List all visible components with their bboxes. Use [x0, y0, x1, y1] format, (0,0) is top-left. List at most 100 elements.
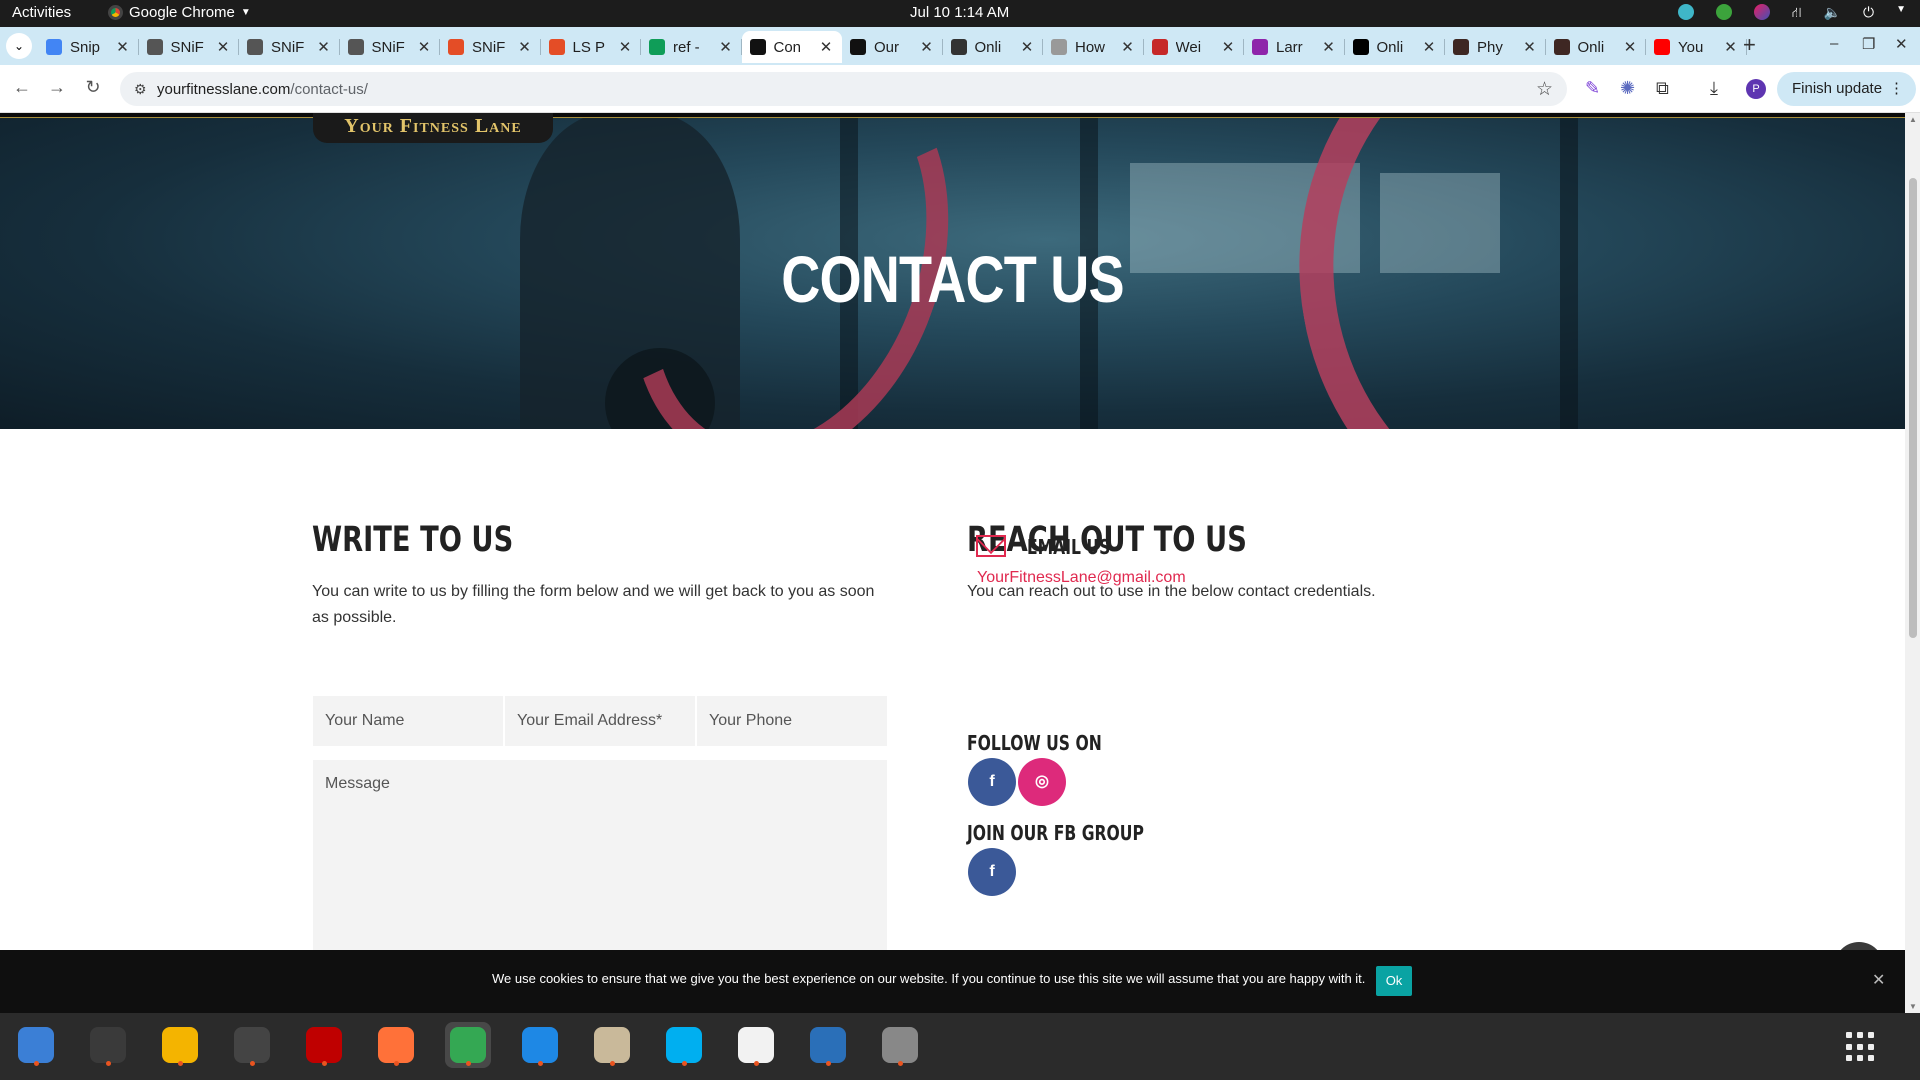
site-logo[interactable]: Your Fitness Lane	[313, 113, 553, 143]
tab-favicon-icon	[1252, 39, 1268, 55]
url-text[interactable]: yourfitnesslane.com/contact-us/	[157, 81, 368, 98]
finish-update-button[interactable]: Finish update ⋮	[1777, 72, 1916, 106]
dock-glyph	[594, 1027, 630, 1063]
tab-close-icon[interactable]: ✕	[617, 38, 633, 56]
browser-tab[interactable]: Snip ✕	[38, 31, 139, 63]
bookmark-star-icon[interactable]: ☆	[1536, 78, 1553, 101]
show-apps-icon[interactable]	[1846, 1032, 1876, 1062]
browser-tab[interactable]: Onli ✕	[943, 31, 1044, 63]
facebook-group-icon[interactable]: f	[968, 848, 1016, 896]
close-icon[interactable]: ✕	[1872, 970, 1885, 990]
forward-button[interactable]: →	[45, 77, 69, 98]
new-tab-button[interactable]: +	[1743, 32, 1756, 58]
browser-tab[interactable]: Onli ✕	[1546, 31, 1647, 63]
tab-close-icon[interactable]: ✕	[115, 38, 131, 56]
skype-icon[interactable]	[661, 1022, 707, 1068]
browser-tab[interactable]: Phy ✕	[1445, 31, 1546, 63]
thunderbird-icon[interactable]	[13, 1022, 59, 1068]
disks-icon[interactable]	[877, 1022, 923, 1068]
tab-search-button[interactable]: ⌄	[6, 33, 32, 59]
profile-avatar[interactable]: P	[1746, 79, 1766, 99]
download-icon[interactable]: ⤓	[1710, 78, 1718, 99]
browser-tab[interactable]: SNiF ✕	[340, 31, 441, 63]
tab-close-icon[interactable]: ✕	[316, 38, 332, 56]
browser-tab[interactable]: SNiF ✕	[239, 31, 340, 63]
shield-icon[interactable]	[1715, 4, 1732, 20]
cookie-ok-button[interactable]: Ok	[1376, 966, 1412, 996]
terminal-icon[interactable]	[85, 1022, 131, 1068]
email-link[interactable]: YourFitnessLane@gmail.com	[977, 569, 1186, 587]
site-info-icon[interactable]: ⚙	[134, 81, 147, 98]
gear-extension-icon[interactable]: ✺	[1620, 78, 1635, 99]
tab-close-icon[interactable]: ✕	[416, 38, 432, 56]
filezilla-icon[interactable]	[301, 1022, 347, 1068]
browser-tab[interactable]: Con ✕	[741, 31, 842, 63]
browser-tab[interactable]: LS P ✕	[541, 31, 642, 63]
clock[interactable]: Jul 10 1:14 AM	[910, 4, 1009, 21]
close-window-button[interactable]: ✕	[1895, 35, 1908, 53]
maximize-button[interactable]: ❐	[1862, 35, 1875, 53]
text-editor-icon[interactable]	[733, 1022, 779, 1068]
tab-close-icon[interactable]: ✕	[215, 38, 231, 56]
app-menu[interactable]: Google Chrome ▼	[108, 4, 251, 21]
network-icon[interactable]: ⛙	[1792, 4, 1802, 23]
browser-tab[interactable]: SNiF ✕	[139, 31, 240, 63]
volume-icon[interactable]: 🔈	[1824, 4, 1841, 23]
chevron-down-icon[interactable]: ▼	[1896, 4, 1906, 23]
browser-tab[interactable]: SNiF ✕	[440, 31, 541, 63]
browser-tab[interactable]: Onli ✕	[1345, 31, 1446, 63]
browser-tab[interactable]: Wei ✕	[1144, 31, 1245, 63]
phone-field[interactable]: Your Phone	[696, 695, 888, 747]
tab-close-icon[interactable]: ✕	[1019, 38, 1035, 56]
tab-close-icon[interactable]: ✕	[919, 38, 935, 56]
pen-extension-icon[interactable]: ✎	[1585, 78, 1600, 99]
facebook-icon[interactable]: f	[968, 758, 1016, 806]
page-scrollbar[interactable]: ▲ ▼	[1905, 113, 1920, 1013]
vscode-icon[interactable]	[517, 1022, 563, 1068]
email-field[interactable]: Your Email Address*	[504, 695, 696, 747]
libreoffice-writer-icon[interactable]	[805, 1022, 851, 1068]
tab-close-icon[interactable]: ✕	[1120, 38, 1136, 56]
minimize-button[interactable]: –	[1830, 35, 1838, 52]
browser-tab[interactable]: Our ✕	[842, 31, 943, 63]
tab-close-icon[interactable]: ✕	[818, 38, 834, 56]
back-button[interactable]: ←	[10, 77, 34, 98]
chrome-icon[interactable]	[445, 1022, 491, 1068]
tab-favicon-icon	[649, 39, 665, 55]
more-menu-icon[interactable]: ⋮	[1889, 72, 1904, 106]
system-tray[interactable]: ⛙ 🔈 ⏻ ▼	[1677, 4, 1906, 23]
scroll-down-icon[interactable]: ▼	[1909, 1002, 1917, 1011]
tab-close-icon[interactable]: ✕	[1622, 38, 1638, 56]
tab-close-icon[interactable]: ✕	[1421, 38, 1437, 56]
calculator-icon[interactable]	[157, 1022, 203, 1068]
firefox-icon[interactable]	[373, 1022, 419, 1068]
browser-tab[interactable]: Larr ✕	[1244, 31, 1345, 63]
browser-tab[interactable]: How ✕	[1043, 31, 1144, 63]
tab-close-icon[interactable]: ✕	[517, 38, 533, 56]
tab-close-icon[interactable]: ✕	[1220, 38, 1236, 56]
envelope-icon	[976, 535, 1006, 557]
browser-tab[interactable]: You ✕	[1646, 31, 1747, 63]
dock-glyph	[666, 1027, 702, 1063]
instagram-icon[interactable]: ◎	[1018, 758, 1066, 806]
scrollbar-thumb[interactable]	[1909, 178, 1917, 638]
name-field[interactable]: Your Name	[312, 695, 504, 747]
color-picker-icon[interactable]	[1753, 4, 1770, 20]
activities-button[interactable]: Activities	[12, 4, 71, 21]
tab-title: Phy	[1477, 38, 1503, 56]
message-field[interactable]: Message	[312, 759, 888, 959]
files-icon[interactable]	[589, 1022, 635, 1068]
tab-close-icon[interactable]: ✕	[1723, 38, 1739, 56]
scroll-up-icon[interactable]: ▲	[1909, 115, 1917, 124]
system-monitor-icon[interactable]	[229, 1022, 275, 1068]
address-bar[interactable]: ⚙ yourfitnesslane.com/contact-us/ ☆	[120, 72, 1567, 106]
extensions-icon[interactable]: ⧉	[1656, 78, 1669, 99]
tab-close-icon[interactable]: ✕	[718, 38, 734, 56]
tab-close-icon[interactable]: ✕	[1321, 38, 1337, 56]
reload-button[interactable]: ↻	[81, 77, 105, 98]
tab-close-icon[interactable]: ✕	[1522, 38, 1538, 56]
sync-icon[interactable]	[1677, 4, 1694, 20]
dock-glyph	[18, 1027, 54, 1063]
power-icon[interactable]: ⏻	[1863, 4, 1874, 23]
browser-tab[interactable]: ref - ✕	[641, 31, 742, 63]
